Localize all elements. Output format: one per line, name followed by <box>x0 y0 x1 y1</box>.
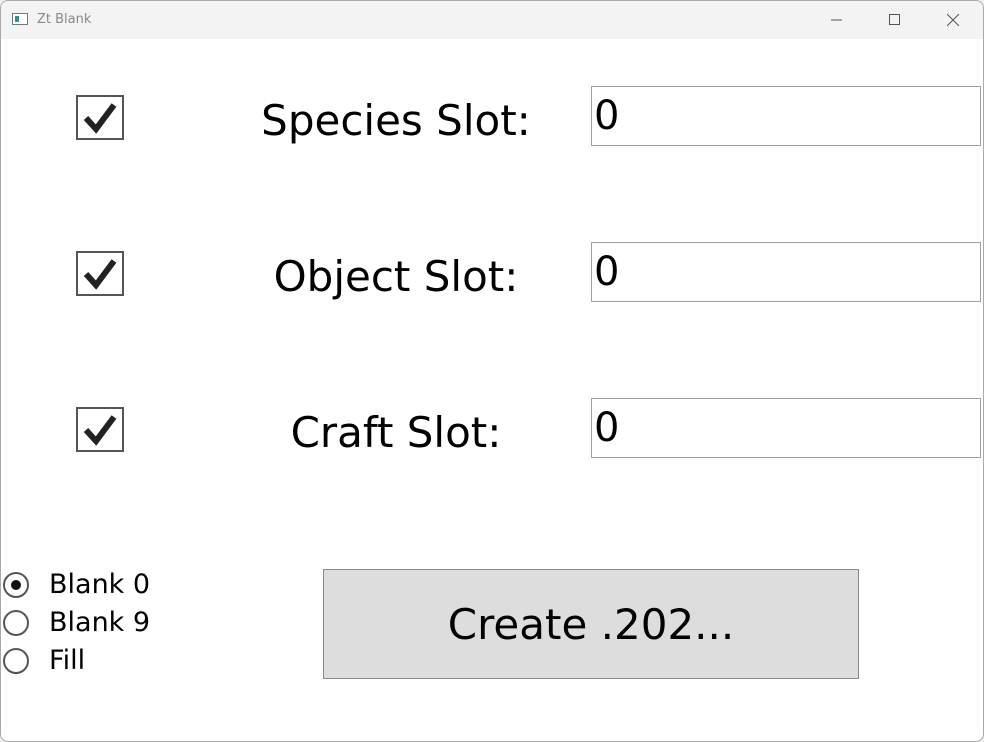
minimize-button[interactable] <box>808 1 866 39</box>
window-title: Zt Blank <box>37 12 92 27</box>
radio-button-selected[interactable] <box>3 572 29 598</box>
object-slot-checkbox[interactable] <box>76 251 124 296</box>
radio-label: Blank 9 <box>49 607 151 638</box>
create-button[interactable]: Create .202... <box>323 569 859 679</box>
close-button[interactable] <box>924 1 982 39</box>
minimize-icon <box>831 19 842 21</box>
radio-option-fill[interactable]: Fill <box>3 643 85 679</box>
radio-button[interactable] <box>3 610 29 636</box>
radio-label: Fill <box>49 645 86 676</box>
checkmark-icon <box>83 415 117 446</box>
craft-slot-checkbox[interactable] <box>76 407 124 452</box>
maximize-icon <box>889 14 900 25</box>
species-slot-label: Species Slot: <box>261 96 531 145</box>
app-icon <box>12 13 28 25</box>
close-icon <box>947 14 959 26</box>
title-bar[interactable]: Zt Blank <box>1 1 983 39</box>
craft-slot-label: Craft Slot: <box>290 408 502 457</box>
checkmark-icon <box>83 103 117 134</box>
radio-label: Blank 0 <box>49 569 151 600</box>
radio-option-blank-9[interactable]: Blank 9 <box>3 605 150 641</box>
checkmark-icon <box>83 259 117 290</box>
object-slot-input[interactable] <box>591 242 981 302</box>
radio-button[interactable] <box>3 648 29 674</box>
app-window: Zt Blank Species Slot: Object <box>0 0 984 742</box>
species-slot-checkbox[interactable] <box>76 95 124 140</box>
species-slot-input[interactable] <box>591 86 981 146</box>
radio-option-blank-0[interactable]: Blank 0 <box>3 567 150 603</box>
craft-slot-input[interactable] <box>591 398 981 458</box>
object-slot-label: Object Slot: <box>273 252 519 301</box>
maximize-button[interactable] <box>866 1 924 39</box>
